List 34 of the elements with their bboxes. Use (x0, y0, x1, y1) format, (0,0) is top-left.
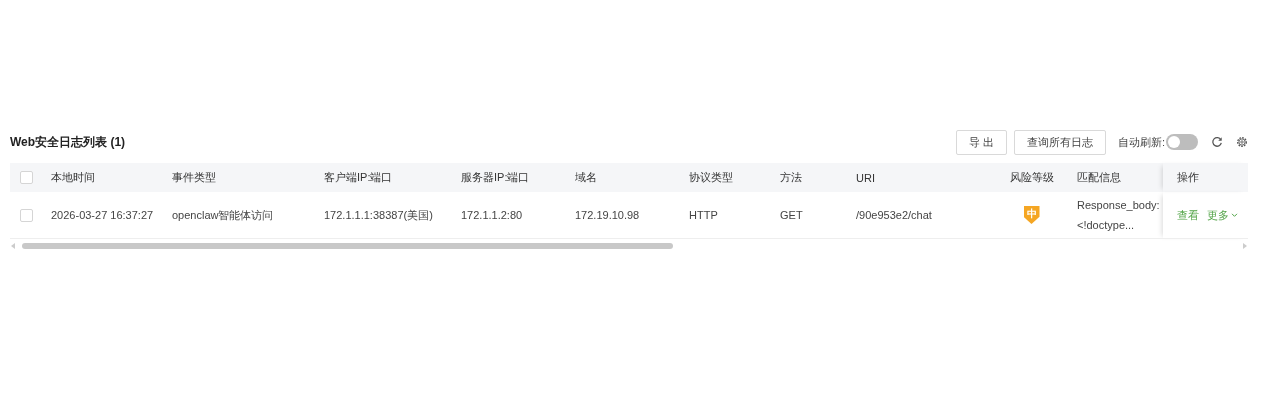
table-cell: 172.19.10.98 (565, 192, 679, 239)
table-cell: 2026-03-27 16:37:27 (41, 192, 162, 239)
table-cell: /90e953e2/chat (846, 192, 996, 239)
column-header: 本地时间 (41, 163, 162, 192)
column-header: 域名 (565, 163, 679, 192)
list-title: Web安全日志列表 (1) (10, 133, 126, 151)
column-header: 服务器IP:端口 (451, 163, 565, 192)
column-header: 协议类型 (679, 163, 770, 192)
table-cell: HTTP (679, 192, 770, 239)
refresh-icon[interactable] (1211, 136, 1223, 148)
row-checkbox[interactable] (20, 208, 33, 222)
scroll-left-icon[interactable] (10, 242, 16, 250)
settings-icon[interactable] (1236, 136, 1248, 148)
toolbar-button[interactable]: 导 出 (955, 129, 1007, 155)
table-cell: GET (770, 192, 846, 239)
table-cell: 172.1.1.2:80 (451, 192, 565, 239)
auto-refresh-toggle[interactable] (1166, 134, 1198, 150)
risk-badge: 中 (1023, 206, 1040, 224)
column-header: 方法 (770, 163, 846, 192)
table-cell: openclaw智能体访问 (162, 192, 314, 239)
caret-icon (1231, 212, 1238, 218)
toolbar-button[interactable]: 查询所有日志 (1013, 129, 1106, 155)
column-header: URI (846, 163, 996, 192)
horizontal-scrollbar[interactable] (10, 240, 1248, 252)
select-all-checkbox[interactable] (20, 171, 33, 185)
scroll-right-icon[interactable] (1242, 242, 1248, 250)
column-header: 风险等级 (996, 163, 1067, 192)
column-header: 客户端IP:端口 (314, 163, 451, 192)
table-cell-text: Response_body: <!doctype... (1077, 198, 1160, 233)
auto-refresh-label: 自动刷新: (1117, 134, 1165, 150)
column-header: 事件类型 (162, 163, 314, 192)
column-header: 操作 (1163, 163, 1248, 192)
column-header: 匹配信息 (1067, 163, 1163, 192)
table-cell: 172.1.1.1:38387(美国) (314, 192, 451, 239)
